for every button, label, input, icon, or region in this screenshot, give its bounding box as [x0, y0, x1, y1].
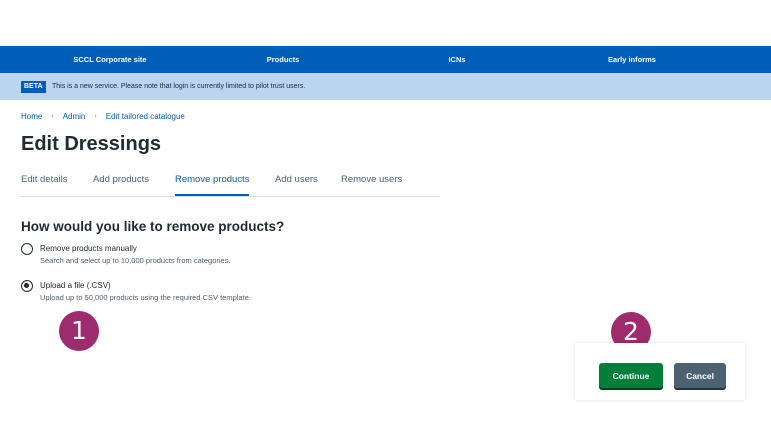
nav-link-corporate-site[interactable]: SCCL Corporate site — [73, 46, 146, 73]
tab-bar: Edit details Add products Remove product… — [21, 170, 440, 197]
nav-link-icns[interactable]: ICNs — [448, 46, 465, 73]
cancel-button[interactable]: Cancel — [674, 363, 726, 388]
breadcrumb-edit-tailored-catalogue[interactable]: Edit tailored catalogue — [106, 111, 185, 123]
radio-hint-upload-csv: Upload up to 50,000 products using the r… — [40, 293, 251, 302]
action-panel: Continue Cancel — [575, 343, 745, 400]
breadcrumb-home[interactable]: Home — [21, 111, 42, 123]
breadcrumb-separator-icon: › — [94, 113, 97, 120]
nav-link-products[interactable]: Products — [267, 46, 300, 73]
radio-label-upload-csv[interactable]: Upload a file (.CSV) — [40, 280, 251, 292]
page-title: Edit Dressings — [21, 133, 162, 155]
radio-hint-manual: Search and select up to 10,000 products … — [40, 256, 231, 265]
top-navigation: SCCL Corporate site Products ICNs Early … — [0, 46, 771, 73]
radio-option-upload-csv[interactable]: Upload a file (.CSV) Upload up to 50,000… — [21, 280, 251, 304]
tab-add-products[interactable]: Add products — [93, 170, 149, 196]
tab-add-users[interactable]: Add users — [275, 170, 318, 196]
radio-option-manual[interactable]: Remove products manually Search and sele… — [21, 243, 231, 267]
beta-message: This is a new service. Please note that … — [52, 83, 306, 90]
breadcrumb: Home › Admin › Edit tailored catalogue — [21, 111, 185, 123]
breadcrumb-admin[interactable]: Admin — [63, 111, 86, 123]
beta-tag: BETA — [21, 81, 46, 93]
breadcrumb-separator-icon: › — [51, 113, 54, 120]
beta-banner: BETA This is a new service. Please note … — [0, 73, 771, 100]
tab-remove-users[interactable]: Remove users — [341, 170, 402, 196]
radio-button-upload-csv[interactable] — [21, 280, 33, 292]
step-marker-1: 1 — [59, 311, 99, 351]
radio-button-manual[interactable] — [21, 243, 33, 255]
continue-button[interactable]: Continue — [599, 363, 663, 388]
tab-edit-details[interactable]: Edit details — [21, 170, 67, 196]
form-legend: How would you like to remove products? — [21, 219, 285, 234]
tab-remove-products[interactable]: Remove products — [175, 170, 250, 196]
nav-link-early-informs[interactable]: Early informs — [608, 46, 656, 73]
radio-label-manual[interactable]: Remove products manually — [40, 243, 231, 255]
